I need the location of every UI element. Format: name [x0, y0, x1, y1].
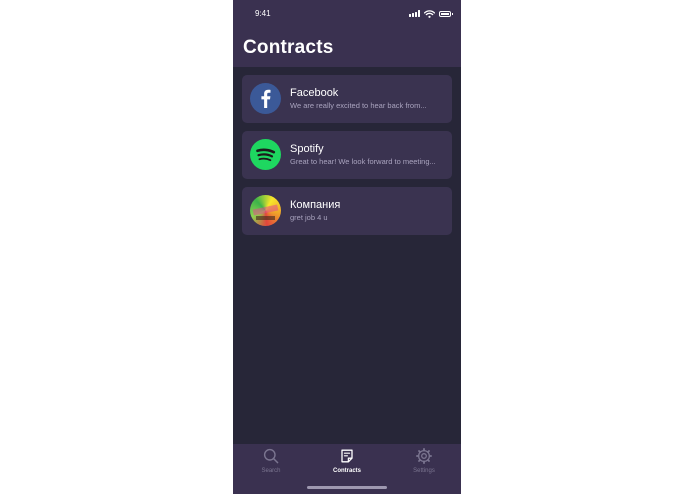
search-icon: [263, 448, 279, 464]
gear-icon: [416, 448, 432, 464]
contact-card-facebook[interactable]: Facebook We are really excited to hear b…: [242, 75, 452, 123]
phone-screen: 9:41 Contracts Facebook We are really ex…: [233, 0, 461, 494]
status-icons: [409, 9, 453, 18]
status-time: 9:41: [255, 9, 271, 18]
company-avatar: [250, 195, 281, 226]
contact-name: Facebook: [290, 87, 339, 99]
home-indicator[interactable]: [307, 486, 387, 489]
spotify-logo-icon: [250, 139, 281, 170]
battery-icon: [439, 10, 453, 17]
contact-preview: Great to hear! We look forward to meetin…: [290, 157, 436, 166]
tab-search[interactable]: Search: [241, 448, 301, 480]
contact-preview: We are really excited to hear back from.…: [290, 101, 427, 110]
facebook-logo-icon: [250, 83, 281, 114]
document-icon: [341, 449, 353, 463]
page-title: Contracts: [243, 37, 334, 58]
status-bar: 9:41: [233, 0, 461, 30]
contact-preview: gret job 4 u: [290, 213, 328, 222]
contact-name: Spotify: [290, 143, 324, 155]
signal-icon: [409, 10, 420, 17]
tab-label: Contracts: [332, 468, 361, 474]
header: Contracts: [233, 30, 461, 67]
tab-settings[interactable]: Settings: [394, 448, 454, 480]
contact-card-spotify[interactable]: Spotify Great to hear! We look forward t…: [242, 131, 452, 179]
tab-contracts[interactable]: Contracts: [317, 448, 377, 480]
contact-card-company[interactable]: Компания gret job 4 u: [242, 187, 452, 235]
wifi-icon: [424, 9, 435, 18]
tab-label: Settings: [413, 468, 435, 474]
tab-label: Search: [261, 468, 281, 474]
contact-name: Компания: [290, 199, 341, 211]
